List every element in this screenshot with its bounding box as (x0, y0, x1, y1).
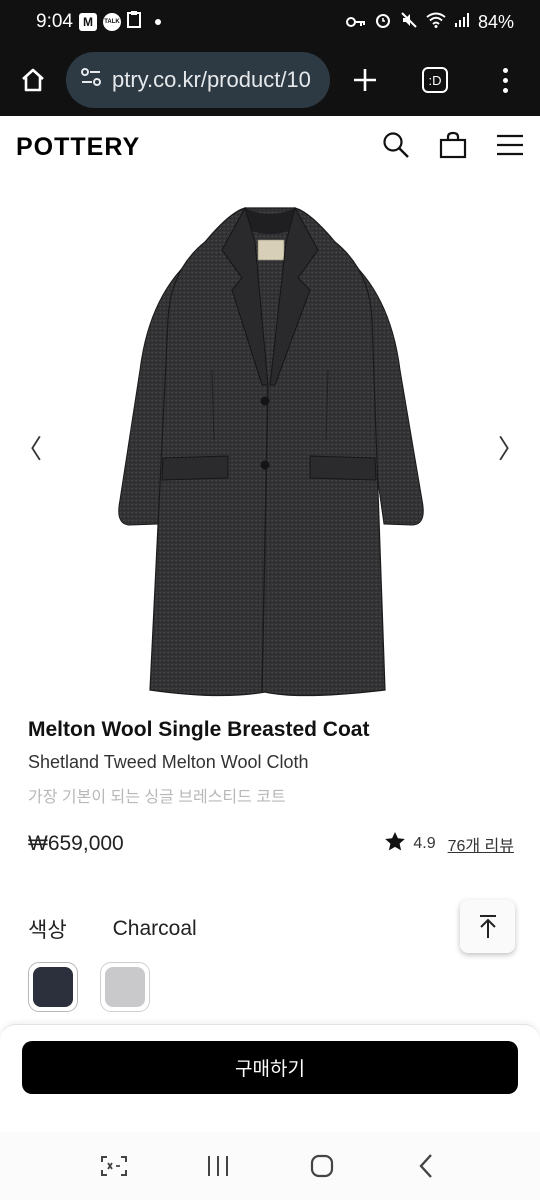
swatch-light-gray[interactable] (100, 962, 150, 1012)
back-button[interactable] (406, 1146, 446, 1186)
gmail-notification-icon: M (78, 13, 97, 31)
color-option-row: 색상 Charcoal (28, 914, 197, 944)
color-label: 색상 (28, 919, 67, 942)
mute-icon (400, 11, 418, 34)
status-time: 9:04 (36, 11, 73, 32)
swatch-charcoal[interactable] (28, 962, 78, 1012)
more-notifications-dot-icon (154, 19, 161, 25)
rating: 4.9 76개 리뷰 (385, 832, 514, 856)
plus-icon (354, 69, 376, 91)
home-circle-icon (310, 1154, 334, 1178)
vpn-key-icon (345, 12, 366, 33)
product-title: Melton Wool Single Breasted Coat (28, 718, 370, 741)
product-price: ₩659,000 (28, 832, 124, 855)
recent-apps-icon (208, 1156, 228, 1176)
buy-button[interactable]: 구매하기 (22, 1041, 518, 1094)
product-image-carousel[interactable] (0, 180, 540, 710)
signal-icon (454, 12, 470, 33)
site-logo[interactable]: POTTERY (16, 133, 140, 162)
kebab-menu-icon (502, 67, 508, 93)
shopping-bag-icon[interactable] (438, 131, 468, 164)
product-info: Melton Wool Single Breasted Coat Shetlan… (28, 718, 518, 807)
coat-image (118, 206, 424, 697)
site-settings-icon[interactable] (80, 67, 102, 93)
new-tab-button[interactable] (330, 44, 400, 116)
address-bar[interactable]: ptry.co.kr/product/10 (66, 52, 330, 108)
rating-value: 4.9 (413, 835, 436, 852)
product-description: 가장 기본이 되는 싱글 브레스티드 코트 (28, 789, 286, 806)
home-button[interactable] (0, 44, 66, 116)
scroll-to-top-button[interactable] (460, 900, 515, 953)
screen-capture-button[interactable] (94, 1146, 134, 1186)
clipboard-notification-icon (126, 10, 143, 34)
purchase-panel: 구매하기 (0, 1024, 540, 1132)
arrow-up-to-top-icon (479, 914, 496, 938)
back-chevron-icon (419, 1154, 432, 1178)
site-header: POTTERY (0, 116, 540, 178)
system-navigation-bar (0, 1132, 540, 1200)
wifi-icon (426, 12, 446, 33)
tab-switcher-button[interactable]: :D (400, 44, 470, 116)
url-text: ptry.co.kr/product/10 (112, 67, 311, 92)
status-bar: 9:04 M TALK 84% (0, 0, 540, 44)
tab-count: :D (422, 67, 448, 93)
reviews-link[interactable]: 76개 리뷰 (448, 832, 514, 856)
color-swatches (28, 962, 150, 1012)
browser-toolbar: ptry.co.kr/product/10 :D (0, 44, 540, 116)
recent-apps-button[interactable] (198, 1146, 238, 1186)
hamburger-menu-icon[interactable] (496, 133, 524, 162)
carousel-next-arrow-icon[interactable]: 〉 (496, 430, 526, 464)
home-nav-button[interactable] (302, 1146, 342, 1186)
star-icon (385, 832, 406, 856)
scan-icon (101, 1156, 127, 1176)
carousel-prev-arrow-icon[interactable]: 〈 (14, 430, 44, 464)
search-icon[interactable] (382, 131, 410, 164)
battery-percent: 84% (477, 11, 514, 32)
kakaotalk-notification-icon: TALK (102, 13, 121, 31)
alarm-icon (374, 11, 392, 34)
selected-color-name: Charcoal (112, 917, 197, 940)
price-row: ₩659,000 4.9 76개 리뷰 (28, 832, 514, 856)
home-icon (22, 68, 44, 92)
browser-menu-button[interactable] (470, 44, 540, 116)
product-subtitle: Shetland Tweed Melton Wool Cloth (28, 752, 309, 772)
